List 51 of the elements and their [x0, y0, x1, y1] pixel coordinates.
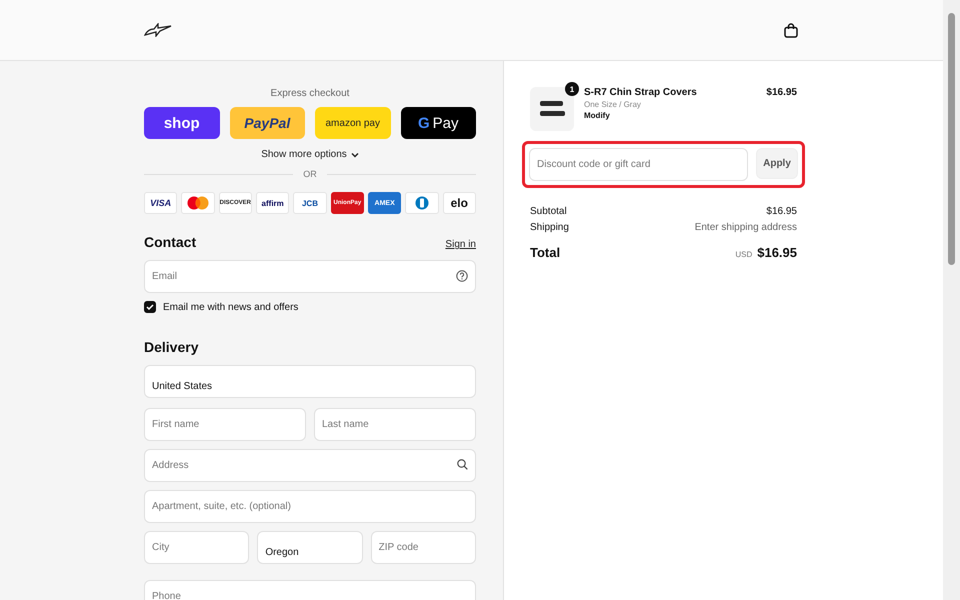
- jcb-card-icon: JCB: [293, 192, 327, 214]
- country-select[interactable]: United States: [144, 365, 476, 398]
- total-label: Total: [530, 245, 560, 260]
- address-field[interactable]: Address: [144, 449, 476, 482]
- help-icon[interactable]: [456, 270, 468, 282]
- show-more-link[interactable]: Show more options: [261, 149, 359, 160]
- summary-label: Shipping: [530, 222, 569, 233]
- search-icon: [457, 459, 468, 470]
- product-price: $16.95: [766, 87, 797, 98]
- checkmark-icon: [146, 304, 154, 310]
- scrollbar-thumb[interactable]: [948, 13, 955, 265]
- strap-drawing: [539, 101, 565, 117]
- paypal-button[interactable]: PayPal: [230, 107, 305, 139]
- state-select[interactable]: Oregon: [257, 531, 363, 564]
- summary-value: $16.95: [766, 206, 797, 217]
- diners-card-icon: [405, 192, 439, 214]
- chevron-down-icon: [350, 152, 359, 158]
- product-variant: One Size / Gray: [584, 100, 642, 109]
- product-name: S-R7 Chin Strap Covers: [584, 87, 698, 98]
- sign-in-link[interactable]: Sign in: [445, 239, 476, 250]
- checkbox-label: Email me with news and offers: [163, 302, 298, 312]
- logo-icon[interactable]: [144, 23, 172, 37]
- total-value: $16.95: [757, 245, 797, 260]
- first-name-field[interactable]: First name: [144, 408, 306, 441]
- apply-button[interactable]: Apply: [756, 148, 798, 179]
- scrollbar[interactable]: [943, 0, 960, 600]
- zip-field[interactable]: ZIP code: [370, 531, 476, 564]
- summary-value: Enter shipping address: [694, 222, 797, 233]
- checkbox[interactable]: [144, 301, 156, 313]
- elo-card-icon: elo: [442, 192, 476, 214]
- email-field[interactable]: Email: [144, 260, 476, 293]
- last-name-field[interactable]: Last name: [314, 408, 476, 441]
- affirm-card-icon: affirm: [256, 192, 290, 214]
- amazon-button[interactable]: amazon pay: [315, 107, 390, 139]
- discount-field[interactable]: Discount code or gift card: [529, 148, 748, 181]
- section-label: Express checkout: [270, 88, 350, 99]
- divider-label: OR: [303, 169, 317, 179]
- modify-link[interactable]: Modify: [584, 111, 756, 120]
- city-field[interactable]: City: [144, 531, 250, 564]
- section-heading: Delivery: [144, 339, 200, 355]
- mastercard-card-icon: [181, 192, 215, 214]
- currency-code: USD: [735, 250, 752, 259]
- apartment-field[interactable]: Apartment, suite, etc. (optional): [144, 490, 476, 523]
- shop-button[interactable]: shop: [144, 107, 220, 139]
- visa-card-icon: VISA: [144, 192, 178, 214]
- summary-label: Subtotal: [530, 206, 567, 217]
- google-pay-button[interactable]: G Pay: [400, 107, 476, 139]
- section-heading: Contact: [144, 234, 196, 250]
- bag-icon[interactable]: [784, 22, 798, 38]
- quantity-badge: 1: [565, 82, 579, 96]
- phone-field[interactable]: Phone: [144, 580, 476, 600]
